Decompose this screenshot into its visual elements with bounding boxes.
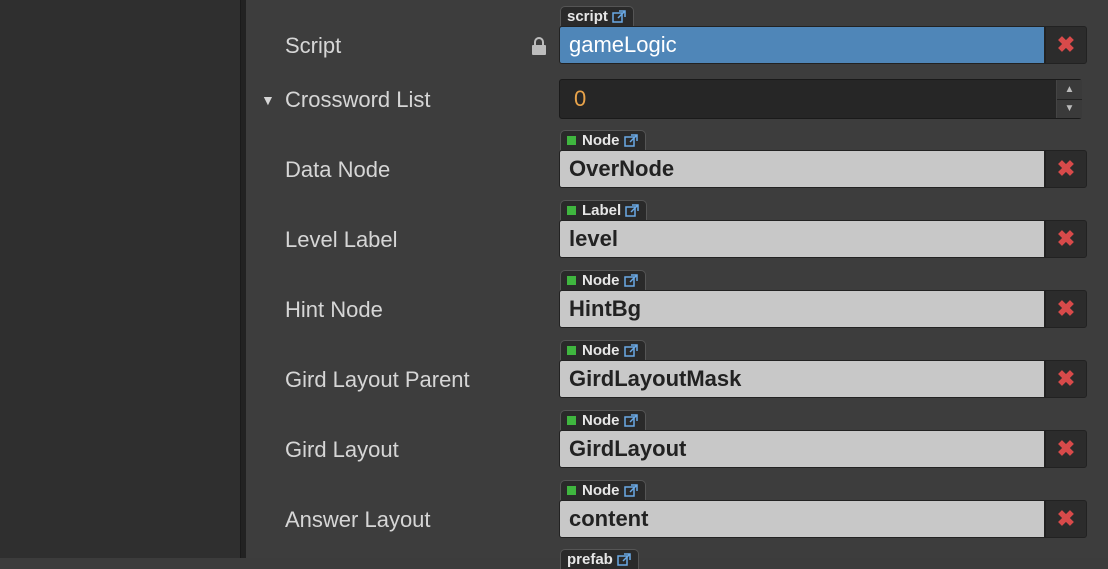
data-node-type-label: Node: [582, 132, 620, 149]
crossword-list-stepper[interactable]: ▲ ▼: [1056, 80, 1082, 118]
external-link-icon[interactable]: [625, 203, 639, 218]
script-label: Script: [285, 33, 342, 58]
x-icon: ✖: [1056, 156, 1076, 181]
external-link-icon[interactable]: [623, 133, 638, 148]
next-type-label: prefab: [567, 551, 613, 568]
grid-parent-type-label: Node: [582, 342, 620, 359]
next-type-tab[interactable]: prefab: [560, 549, 639, 569]
grid-layout-label: Gird Layout: [285, 437, 399, 462]
data-node-field[interactable]: OverNode: [559, 150, 1045, 188]
crossword-list-label[interactable]: Crossword List: [285, 86, 430, 114]
hint-node-label: Hint Node: [285, 297, 383, 322]
left-panel: [0, 0, 240, 558]
crossword-list-size-input[interactable]: 0: [559, 79, 1082, 119]
triangle-down-icon[interactable]: ▼: [261, 86, 275, 114]
external-link-icon[interactable]: [623, 343, 638, 358]
external-link-icon[interactable]: [623, 273, 638, 288]
script-clear-button[interactable]: ✖: [1045, 26, 1087, 64]
hint-node-type-label: Node: [582, 272, 620, 289]
level-label-type-tab[interactable]: Label: [560, 200, 648, 220]
grid-parent-type-tab[interactable]: Node: [560, 340, 646, 360]
answer-layout-type-label: Node: [582, 482, 620, 499]
x-icon: ✖: [1056, 506, 1076, 531]
x-icon: ✖: [1056, 366, 1076, 391]
data-node-type-tab[interactable]: Node: [560, 130, 646, 150]
level-label-field[interactable]: level: [559, 220, 1045, 258]
external-link-icon[interactable]: [623, 413, 638, 428]
x-icon: ✖: [1056, 226, 1076, 251]
answer-layout-type-tab[interactable]: Node: [560, 480, 646, 500]
node-type-square-icon: [567, 346, 576, 355]
level-label-label: Level Label: [285, 227, 398, 252]
grid-layout-parent-clear-button[interactable]: ✖: [1045, 360, 1087, 398]
data-node-label: Data Node: [285, 157, 391, 182]
script-field[interactable]: gameLogic: [559, 26, 1045, 64]
answer-layout-clear-button[interactable]: ✖: [1045, 500, 1087, 538]
external-link-icon[interactable]: [623, 483, 638, 498]
script-type-label: script: [567, 8, 608, 25]
external-link-icon[interactable]: [617, 552, 631, 567]
hint-node-clear-button[interactable]: ✖: [1045, 290, 1087, 328]
grid-layout-clear-button[interactable]: ✖: [1045, 430, 1087, 468]
external-link-icon[interactable]: [612, 9, 626, 24]
grid-layout-parent-field[interactable]: GirdLayoutMask: [559, 360, 1045, 398]
answer-layout-field[interactable]: content: [559, 500, 1045, 538]
data-node-clear-button[interactable]: ✖: [1045, 150, 1087, 188]
answer-layout-label: Answer Layout: [285, 507, 431, 532]
node-type-square-icon: [567, 486, 576, 495]
label-type-square-icon: [567, 206, 576, 215]
grid-layout-type-label: Node: [582, 412, 620, 429]
script-type-tab[interactable]: script: [560, 6, 634, 26]
level-label-type-label: Label: [582, 202, 622, 219]
hint-node-field[interactable]: HintBg: [559, 290, 1045, 328]
node-type-square-icon: [567, 416, 576, 425]
x-icon: ✖: [1056, 436, 1076, 461]
x-icon: ✖: [1056, 32, 1076, 57]
stepper-down-icon[interactable]: ▼: [1057, 98, 1082, 118]
grid-layout-parent-label: Gird Layout Parent: [285, 367, 470, 392]
node-type-square-icon: [567, 136, 576, 145]
grid-layout-type-tab[interactable]: Node: [560, 410, 646, 430]
level-label-clear-button[interactable]: ✖: [1045, 220, 1087, 258]
node-type-square-icon: [567, 276, 576, 285]
lock-icon: [532, 37, 546, 55]
grid-layout-field[interactable]: GirdLayout: [559, 430, 1045, 468]
stepper-up-icon[interactable]: ▲: [1057, 80, 1082, 99]
x-icon: ✖: [1056, 296, 1076, 321]
hint-node-type-tab[interactable]: Node: [560, 270, 646, 290]
